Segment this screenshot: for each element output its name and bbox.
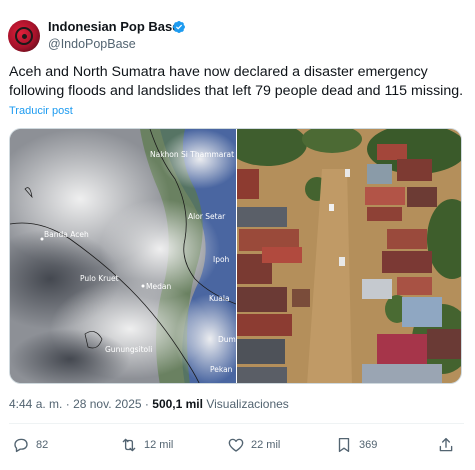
repost-icon bbox=[122, 438, 136, 452]
share-icon bbox=[439, 437, 453, 452]
tweet-time[interactable]: 4:44 a. m. bbox=[9, 397, 62, 411]
map-label-gunungsitoli: Gunungsitoli bbox=[105, 345, 152, 354]
author-name[interactable]: Indonesian Pop Base bbox=[48, 19, 179, 34]
avatar[interactable] bbox=[8, 20, 40, 52]
map-label-pulo-kruet: Pulo Kruet bbox=[80, 274, 119, 283]
bookmark-button[interactable]: 369 bbox=[335, 436, 377, 454]
views-label: Visualizaciones bbox=[206, 397, 289, 411]
author-handle[interactable]: @IndoPopBase bbox=[48, 37, 136, 51]
flood-photo-graphic bbox=[237, 129, 461, 383]
meta-separator-2: · bbox=[144, 397, 149, 411]
like-button[interactable]: 22 mil bbox=[227, 436, 280, 454]
map-label-ipoh: Ipoh bbox=[213, 255, 230, 264]
heart-icon bbox=[228, 438, 244, 452]
tweet-date[interactable]: 28 nov. 2025 bbox=[73, 397, 142, 411]
like-count: 22 mil bbox=[251, 439, 281, 451]
reply-button[interactable]: 82 bbox=[12, 436, 48, 454]
reply-icon bbox=[14, 438, 28, 453]
divider bbox=[9, 423, 464, 424]
bookmark-icon bbox=[338, 437, 350, 453]
media-grid: Nakhon Si Thammarat Alor Setar Banda Ace… bbox=[9, 128, 462, 384]
map-label-banda-aceh: Banda Aceh bbox=[44, 230, 89, 239]
satellite-map-graphic: Nakhon Si Thammarat Alor Setar Banda Ace… bbox=[10, 129, 236, 383]
repost-count: 12 mil bbox=[144, 439, 174, 451]
avatar-logo-dot bbox=[22, 34, 27, 39]
map-label-nakhon: Nakhon Si Thammarat bbox=[150, 150, 234, 159]
repost-button[interactable]: 12 mil bbox=[120, 436, 173, 454]
share-button[interactable] bbox=[437, 436, 455, 454]
reply-count: 82 bbox=[36, 439, 49, 451]
map-label-dum: Dum bbox=[218, 335, 236, 344]
tweet-meta: 4:44 a. m. · 28 nov. 2025 · 500,1 mil Vi… bbox=[9, 397, 289, 411]
bookmark-count: 369 bbox=[359, 439, 378, 451]
views-count: 500,1 mil bbox=[152, 397, 203, 411]
verified-badge-icon bbox=[173, 21, 185, 33]
map-label-medan: Medan bbox=[146, 282, 171, 291]
flood-aerial-photo[interactable] bbox=[237, 129, 461, 383]
satellite-map-image[interactable]: Nakhon Si Thammarat Alor Setar Banda Ace… bbox=[10, 129, 236, 383]
tweet-text: Aceh and North Sumatra have now declared… bbox=[9, 64, 464, 99]
map-label-pekan: Pekan bbox=[210, 365, 233, 374]
map-label-alor-setar: Alor Setar bbox=[188, 212, 226, 221]
tweet-card: Indonesian Pop Base @IndoPopBase Aceh an… bbox=[0, 0, 475, 470]
map-label-kuala: Kuala bbox=[209, 294, 230, 303]
meta-separator: · bbox=[65, 397, 70, 411]
translate-link[interactable]: Traducir post bbox=[9, 105, 73, 117]
